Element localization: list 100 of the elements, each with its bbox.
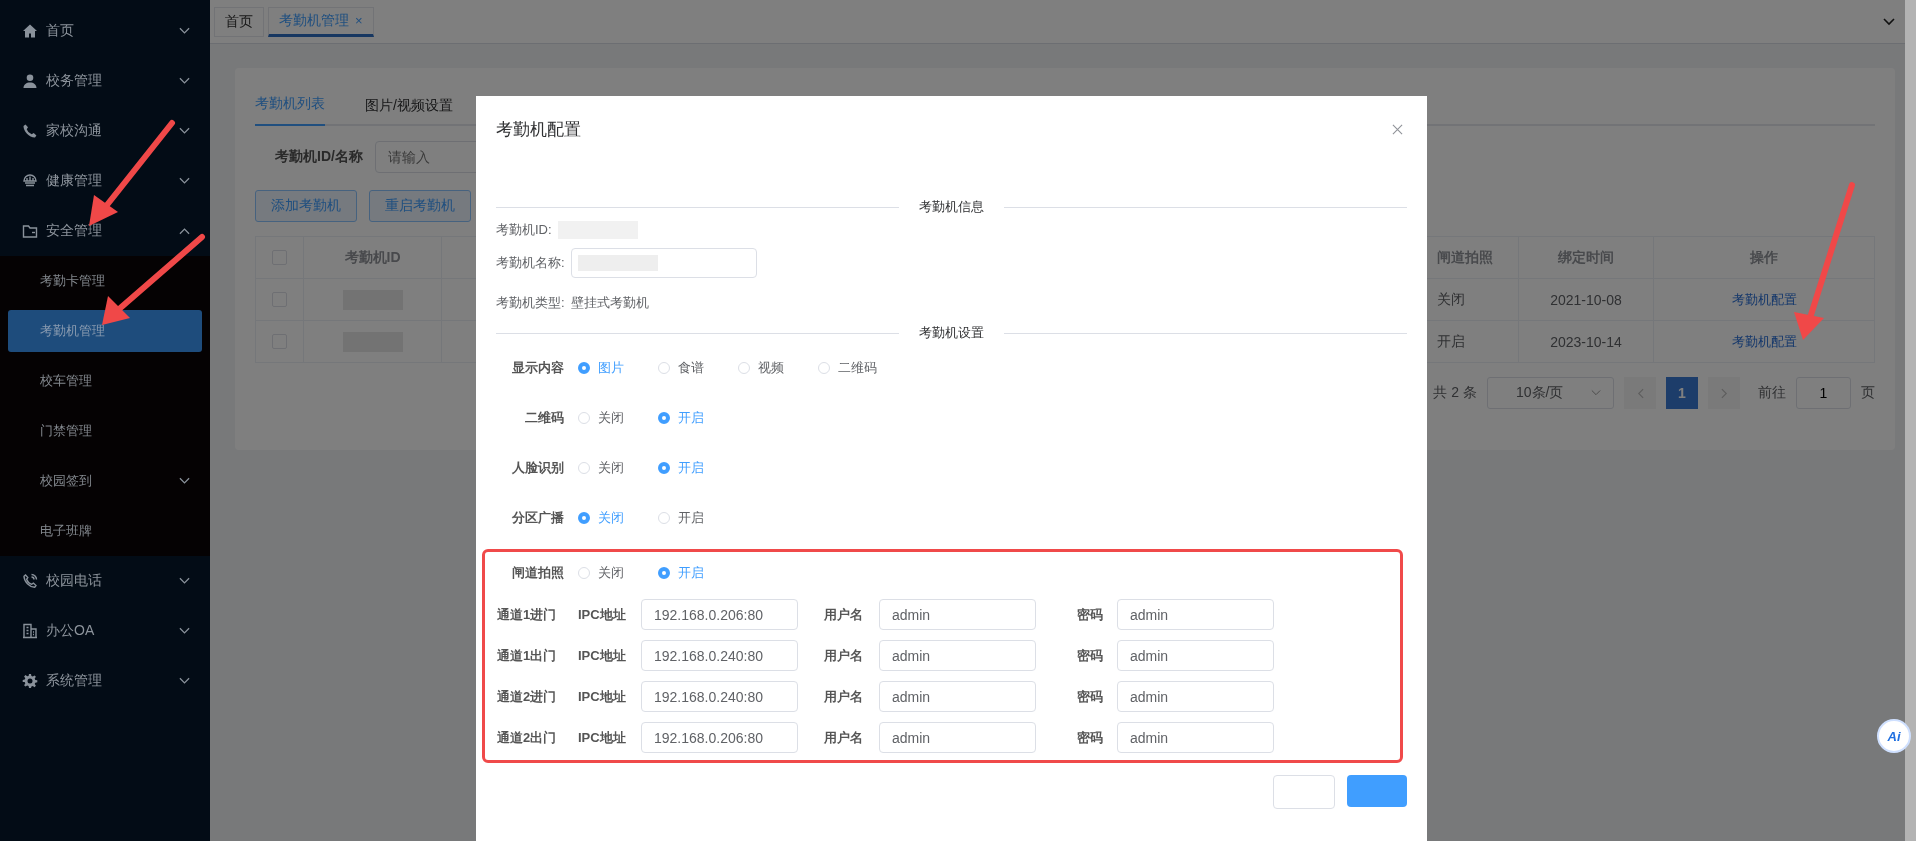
ipc-field[interactable]: 192.168.0.240:80 (641, 681, 798, 712)
chevron-up-icon (179, 227, 190, 235)
page-size-select[interactable]: 10条/页 (1487, 377, 1614, 409)
chevron-down-icon (179, 27, 190, 35)
radio-option[interactable]: 食谱 (658, 359, 704, 377)
setting-label: 二维码 (524, 409, 564, 427)
table-cell: 2021-10-08 (1518, 279, 1653, 320)
menu-label: 家校沟通 (46, 122, 103, 140)
radio-option[interactable]: 关闭 (578, 564, 624, 582)
submenu-item[interactable]: 校车管理 (8, 356, 202, 406)
building-icon (22, 623, 38, 639)
bowl-icon (22, 173, 38, 189)
prev-page-button[interactable] (1624, 377, 1656, 409)
page-tab[interactable]: 首页 (214, 6, 264, 37)
field-label: IPC地址 (578, 646, 627, 665)
setting-label: 人脸识别 (511, 459, 564, 477)
menu-item[interactable]: 家校沟通 (0, 106, 210, 156)
field-label: 密码 (1077, 728, 1104, 747)
channel-label: 通道1进门 (496, 605, 558, 624)
phone2-icon (22, 573, 38, 589)
content-tab[interactable]: 图片/视频设置 (365, 86, 453, 126)
menu-item[interactable]: 校园电话 (0, 556, 210, 606)
radio-button[interactable] (658, 462, 670, 474)
password-field[interactable]: admin (1117, 722, 1274, 753)
radio-button[interactable] (658, 412, 670, 424)
chevron-down-icon (179, 77, 190, 85)
section-heading: 考勤机信息 (899, 198, 1004, 216)
chevron-down-icon[interactable] (1883, 17, 1895, 26)
folder-icon (22, 223, 38, 239)
menu-item[interactable]: 安全管理 (0, 206, 210, 256)
username-field[interactable]: admin (879, 681, 1036, 712)
goto-label: 前往 (1758, 384, 1786, 402)
chevron-down-icon (179, 677, 190, 685)
total-count: 共 2 条 (1433, 384, 1477, 402)
field-label: IPC地址 (578, 687, 627, 706)
radio-option[interactable]: 关闭 (578, 409, 624, 427)
field-label: 用户名 (824, 687, 864, 706)
dialog-button[interactable] (1273, 775, 1335, 809)
ipc-field[interactable]: 192.168.0.240:80 (641, 640, 798, 671)
field-value: 壁挂式考勤机 (570, 294, 649, 312)
chevron-right-icon (1720, 387, 1728, 399)
radio-option[interactable]: 开启 (658, 509, 704, 527)
password-field[interactable]: admin (1117, 640, 1274, 671)
menu-label: 系统管理 (46, 672, 103, 690)
goto-field[interactable]: 1 (1796, 377, 1851, 409)
menu-item[interactable]: 系统管理 (0, 656, 210, 706)
close-icon[interactable] (1392, 123, 1403, 135)
field-label: 用户名 (824, 605, 864, 624)
chevron-down-icon (179, 627, 190, 635)
submenu-item[interactable]: 考勤卡管理 (8, 256, 202, 306)
search-label: 考勤机ID/名称 (275, 148, 363, 166)
setting-label: 分区广播 (511, 509, 564, 527)
radio-option[interactable]: 视频 (738, 359, 784, 377)
field-label: 用户名 (824, 728, 864, 747)
username-field[interactable]: admin (879, 640, 1036, 671)
chevron-down-icon (179, 177, 190, 185)
menu-label: 健康管理 (46, 172, 103, 190)
chevron-down-icon (179, 477, 190, 485)
dialog-title: 考勤机配置 (496, 118, 581, 141)
radio-option[interactable]: 关闭 (578, 459, 624, 477)
password-field[interactable]: admin (1117, 681, 1274, 712)
chevron-left-icon (1636, 387, 1644, 399)
menu-item[interactable]: 首页 (0, 6, 210, 56)
gear-icon (22, 673, 38, 689)
menu-item[interactable]: 健康管理 (0, 156, 210, 206)
radio-button[interactable] (578, 362, 590, 374)
user-icon (22, 73, 38, 89)
menu-label: 办公OA (46, 622, 96, 640)
name-field[interactable] (570, 248, 757, 278)
submenu-item[interactable]: 电子班牌 (8, 506, 202, 556)
radio-option[interactable]: 二维码 (818, 359, 877, 377)
field-label: 密码 (1077, 687, 1104, 706)
field-label: 密码 (1077, 605, 1104, 624)
username-field[interactable]: admin (879, 599, 1036, 630)
ipc-field[interactable]: 192.168.0.206:80 (641, 722, 798, 753)
field-label: 考勤机ID: (496, 221, 552, 239)
chevron-down-icon (1591, 389, 1601, 397)
submenu-item[interactable]: 校园签到 (8, 456, 202, 506)
scrollbar[interactable] (1905, 0, 1916, 841)
menu-label: 首页 (46, 22, 75, 40)
ipc-field[interactable]: 192.168.0.206:80 (641, 599, 798, 630)
section-heading: 考勤机设置 (899, 324, 1004, 342)
field-label: IPC地址 (578, 728, 627, 747)
page-suffix: 页 (1861, 384, 1875, 402)
chevron-down-icon (179, 577, 190, 585)
menu-item[interactable]: 办公OA (0, 606, 210, 656)
next-page-button[interactable] (1708, 377, 1740, 409)
password-field[interactable]: admin (1117, 599, 1274, 630)
menu-item[interactable]: 校务管理 (0, 56, 210, 106)
field-label: IPC地址 (578, 605, 627, 624)
dialog-button[interactable] (1347, 775, 1407, 807)
radio-button[interactable] (658, 567, 670, 579)
field-label: 考勤机名称: (496, 254, 565, 272)
radio-button[interactable] (578, 512, 590, 524)
username-field[interactable]: admin (879, 722, 1036, 753)
submenu-item[interactable]: 考勤机管理 (8, 310, 202, 352)
table-cell: 2023-10-14 (1518, 321, 1653, 362)
submenu-item[interactable]: 门禁管理 (8, 406, 202, 456)
field-label: 考勤机类型: (496, 294, 565, 312)
channel-label: 通道1出门 (496, 646, 558, 665)
